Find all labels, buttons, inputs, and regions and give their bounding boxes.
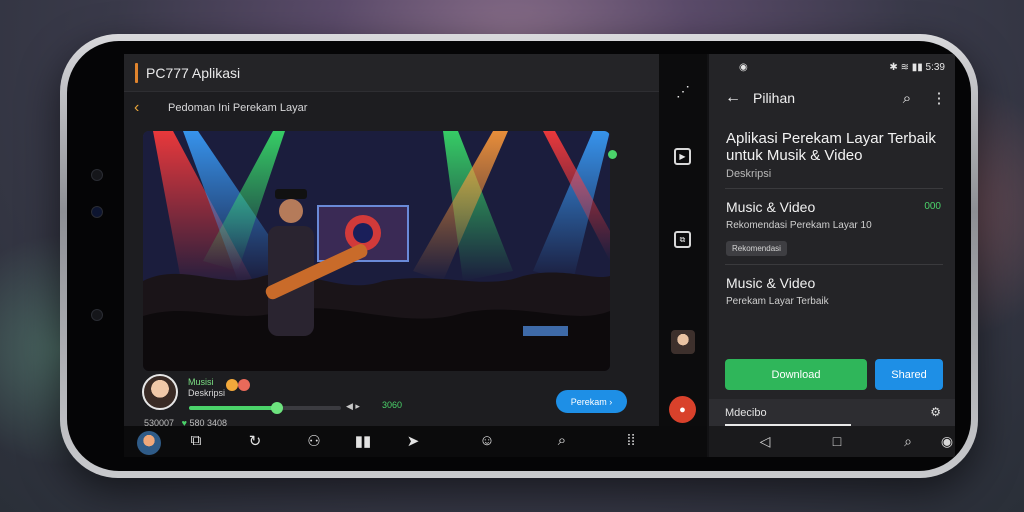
item-title: Music & Video — [726, 199, 816, 215]
panel-title: Pilihan — [753, 90, 796, 106]
panel-header: ← Pilihan ⌕ ⋮ — [709, 80, 955, 116]
concert-video-player[interactable] — [143, 131, 610, 371]
back-nav-icon[interactable]: ◁ — [755, 433, 775, 450]
chevron-left-icon[interactable]: ‹ — [134, 99, 168, 117]
more-icon[interactable]: ⋮ — [923, 89, 955, 107]
user-icon[interactable]: ⚇ — [304, 432, 324, 450]
live-indicator — [608, 150, 617, 159]
grid-icon[interactable]: ⁞⁞ — [621, 432, 641, 449]
avatar[interactable] — [142, 374, 178, 410]
list-item[interactable]: Music & Video Perekam Layar Terbaik — [709, 265, 955, 307]
back-arrow-icon[interactable]: ← — [725, 89, 753, 107]
share-icon[interactable]: ⋰ — [672, 80, 694, 102]
item-description: Rekomendasi Perekam Layar 10 — [726, 220, 872, 231]
footer-row[interactable]: Mdecibo ⚙ — [709, 399, 955, 426]
system-nav-bar: ◁ □ ⌕ ◉ — [709, 426, 955, 457]
playback-icons[interactable]: ◀ ▸ — [346, 401, 360, 412]
search-icon[interactable]: ⌕ — [891, 90, 923, 107]
avatar[interactable] — [671, 330, 695, 354]
app-title-bar: PC777 Aplikasi — [124, 54, 659, 92]
side-rail: ⋰ ▶ ⧉ ● — [659, 54, 707, 426]
emoji-icon[interactable]: ☺ — [477, 432, 497, 449]
emoji-icon — [226, 379, 238, 391]
article-subtitle: Deskripsi — [726, 168, 772, 180]
concert-scene — [143, 131, 610, 371]
artist-subtitle: Deskripsi — [188, 388, 226, 398]
time-display: 3060 — [382, 400, 403, 410]
progress-fill — [189, 406, 278, 410]
footer-label: Mdecibo — [725, 406, 767, 419]
sensor-dot — [91, 309, 103, 321]
slider-handle[interactable] — [271, 402, 284, 414]
assistant-icon[interactable]: ◉ — [937, 433, 955, 450]
play-box-icon[interactable]: ▶ — [674, 148, 691, 165]
search-icon[interactable]: ⌕ — [552, 432, 572, 449]
avatar[interactable] — [137, 431, 161, 455]
accent-bar — [135, 62, 138, 83]
status-bar: ◉ ✱ ≋ ▮▮ 5:39 — [709, 54, 955, 80]
download-count: 000 — [924, 201, 941, 212]
tag-chip[interactable]: Rekomendasi — [726, 241, 787, 256]
emoji-icon — [238, 379, 250, 391]
status-left: ◉ — [739, 61, 748, 73]
play-icon[interactable]: ➤ — [403, 432, 423, 450]
record-button[interactable]: Perekam › — [556, 390, 627, 413]
copy-icon[interactable]: ⧉ — [186, 432, 206, 449]
settings-icon[interactable]: ⚙ — [930, 405, 941, 419]
video-app-panel: PC777 Aplikasi ‹ Pedoman Ini Perekam Lay… — [124, 54, 659, 428]
progress-slider[interactable] — [189, 402, 341, 414]
search-icon[interactable]: ⌕ — [898, 433, 918, 450]
equalizer-icon[interactable]: ▮▮ — [353, 432, 373, 450]
item-title: Music & Video — [726, 275, 816, 291]
phone-bezel: PC777 Aplikasi ‹ Pedoman Ini Perekam Lay… — [67, 41, 971, 471]
article-title: Aplikasi Perekam Layar Terbaik untuk Mus… — [726, 130, 936, 164]
home-nav-icon[interactable]: □ — [827, 433, 847, 449]
app-title: PC777 Aplikasi — [146, 64, 241, 81]
navigation-row: ‹ Pedoman Ini Perekam Layar — [124, 92, 659, 124]
item-description: Perekam Layar Terbaik — [726, 296, 829, 307]
shared-button[interactable]: Shared — [875, 359, 943, 390]
record-icon[interactable]: ● — [669, 396, 696, 423]
phone-frame: PC777 Aplikasi ‹ Pedoman Ini Perekam Lay… — [60, 34, 978, 478]
download-button[interactable]: Download — [725, 359, 867, 390]
page-title: Pedoman Ini Perekam Layar — [168, 102, 308, 114]
front-camera — [91, 206, 103, 218]
copy-icon[interactable]: ⧉ — [674, 231, 691, 248]
sensor-dot — [91, 169, 103, 181]
status-time: ✱ ≋ ▮▮ 5:39 — [889, 61, 945, 73]
player-controls: Musisi Deskripsi ◀ ▸ 3060 Perekam › — [142, 374, 642, 414]
bottom-toolbar: ⧉ ↻ ⚇ ▮▮ ➤ ☺ ⌕ ⁞⁞ — [124, 426, 707, 457]
list-item[interactable]: Music & Video 000 Rekomendasi Perekam La… — [709, 189, 955, 256]
recommendation-panel: ◉ ✱ ≋ ▮▮ 5:39 ← Pilihan ⌕ ⋮ Aplikasi Per… — [709, 54, 955, 426]
artist-name: Musisi — [188, 377, 214, 387]
phone-screen: PC777 Aplikasi ‹ Pedoman Ini Perekam Lay… — [124, 54, 955, 457]
refresh-icon[interactable]: ↻ — [245, 432, 265, 450]
action-buttons: Download Shared — [725, 359, 943, 390]
